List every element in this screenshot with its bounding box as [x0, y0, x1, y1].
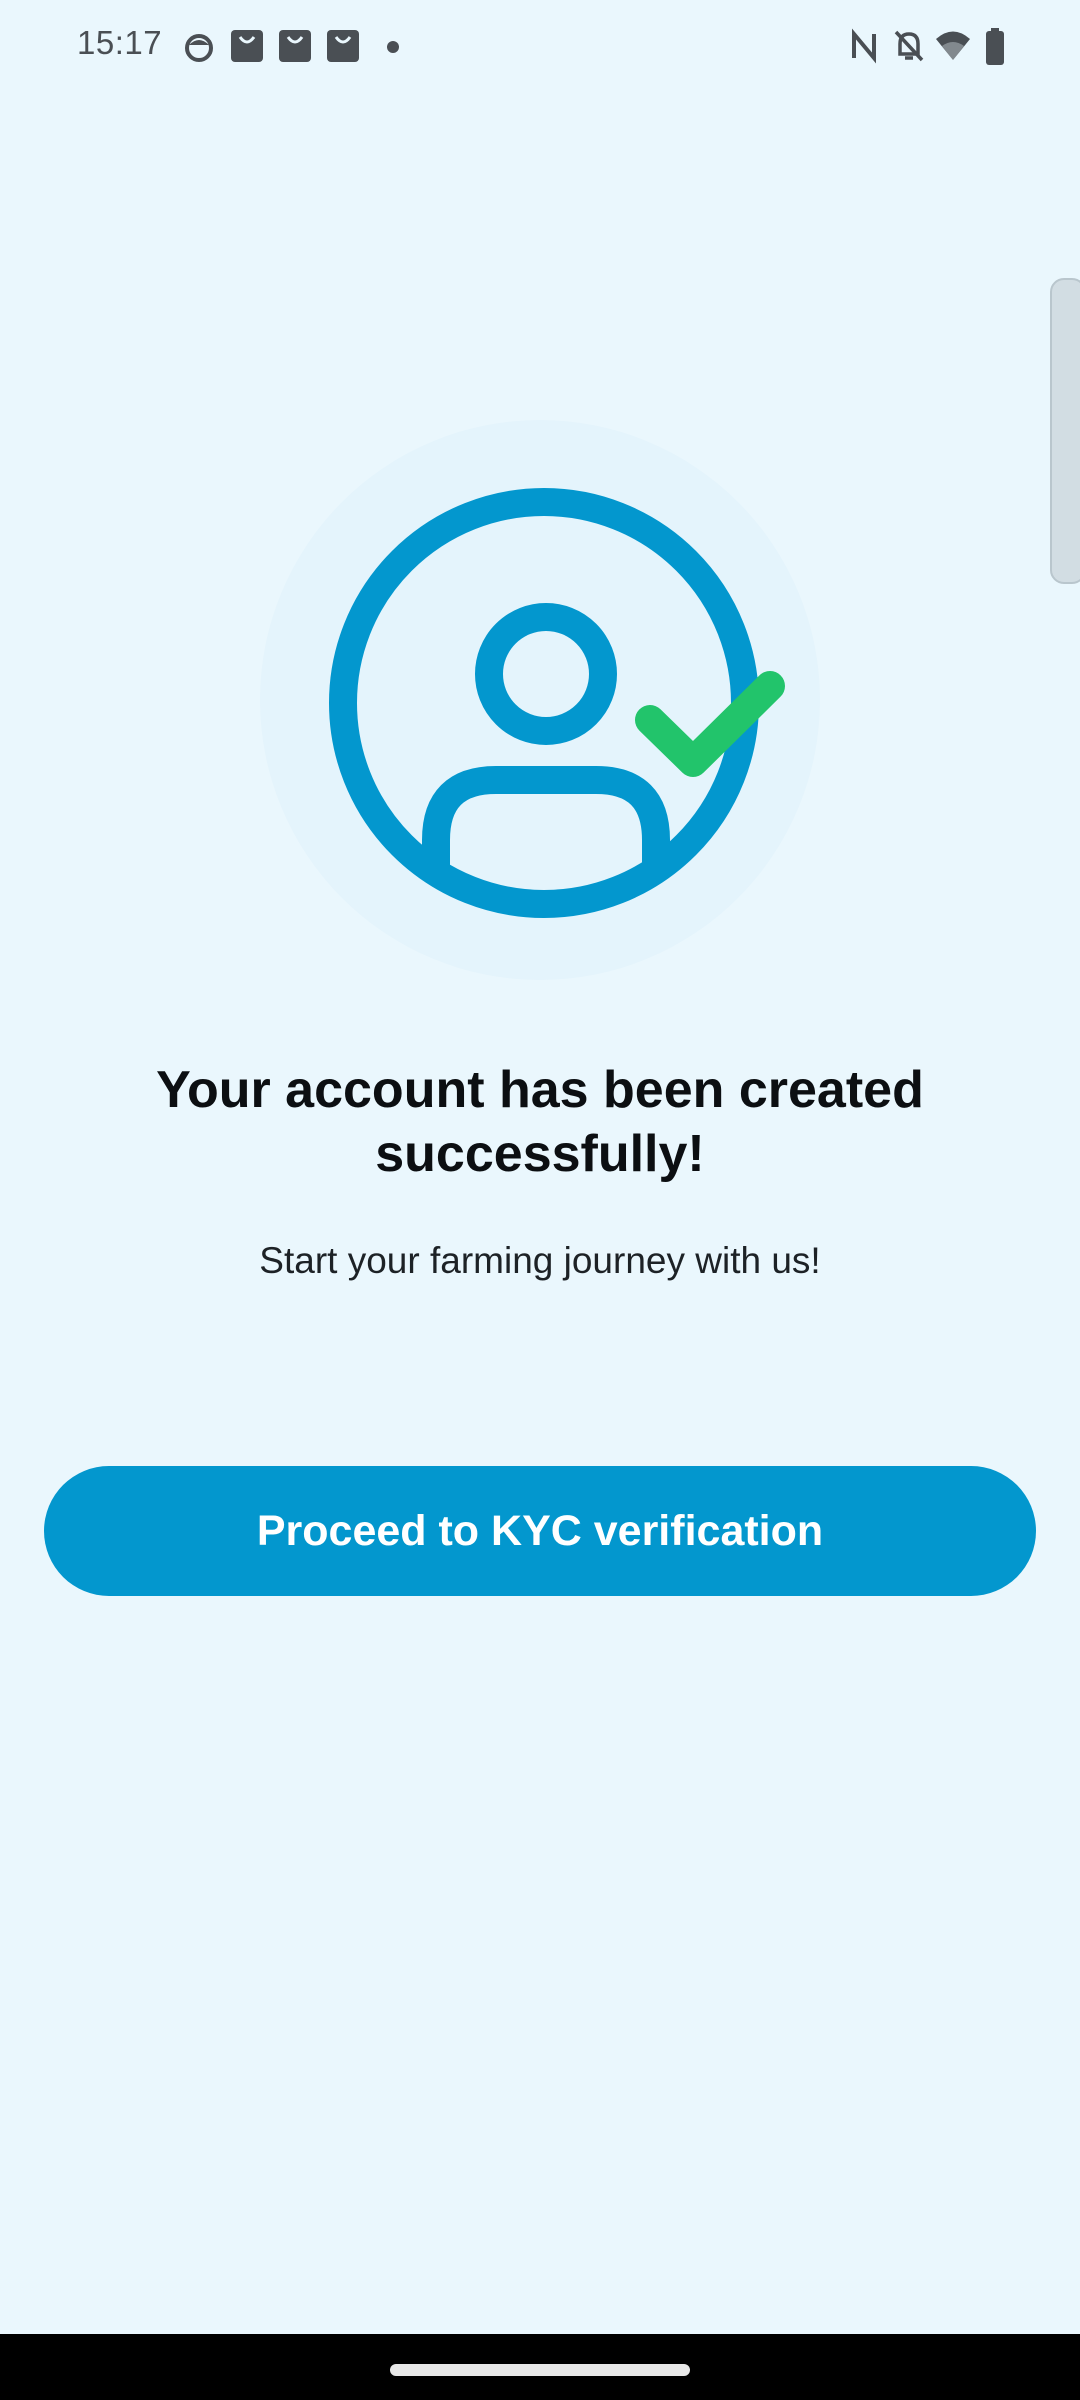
edge-panel-handle[interactable]	[1050, 278, 1080, 584]
user-verified-icon	[260, 420, 820, 980]
battery-icon	[986, 28, 1004, 65]
shopping-bag-icon	[279, 30, 311, 62]
shopping-bag-icon	[327, 30, 359, 62]
navigation-bar	[0, 2334, 1080, 2400]
nfc-icon	[852, 28, 876, 64]
home-indicator[interactable]	[390, 2364, 690, 2376]
notifications-off-icon	[894, 30, 924, 62]
face-icon	[185, 34, 213, 62]
status-time: 15:17	[77, 24, 163, 61]
success-subtitle: Start your farming journey with us!	[259, 1240, 821, 1281]
status-bar: 15:17	[0, 0, 1080, 96]
success-title: Your account has been created successful…	[156, 1061, 924, 1183]
wifi-icon	[936, 31, 970, 60]
proceed-to-kyc-button[interactable]: Proceed to KYC verification	[44, 1466, 1036, 1596]
shopping-bag-icon	[231, 30, 263, 62]
dot-icon	[387, 41, 399, 53]
